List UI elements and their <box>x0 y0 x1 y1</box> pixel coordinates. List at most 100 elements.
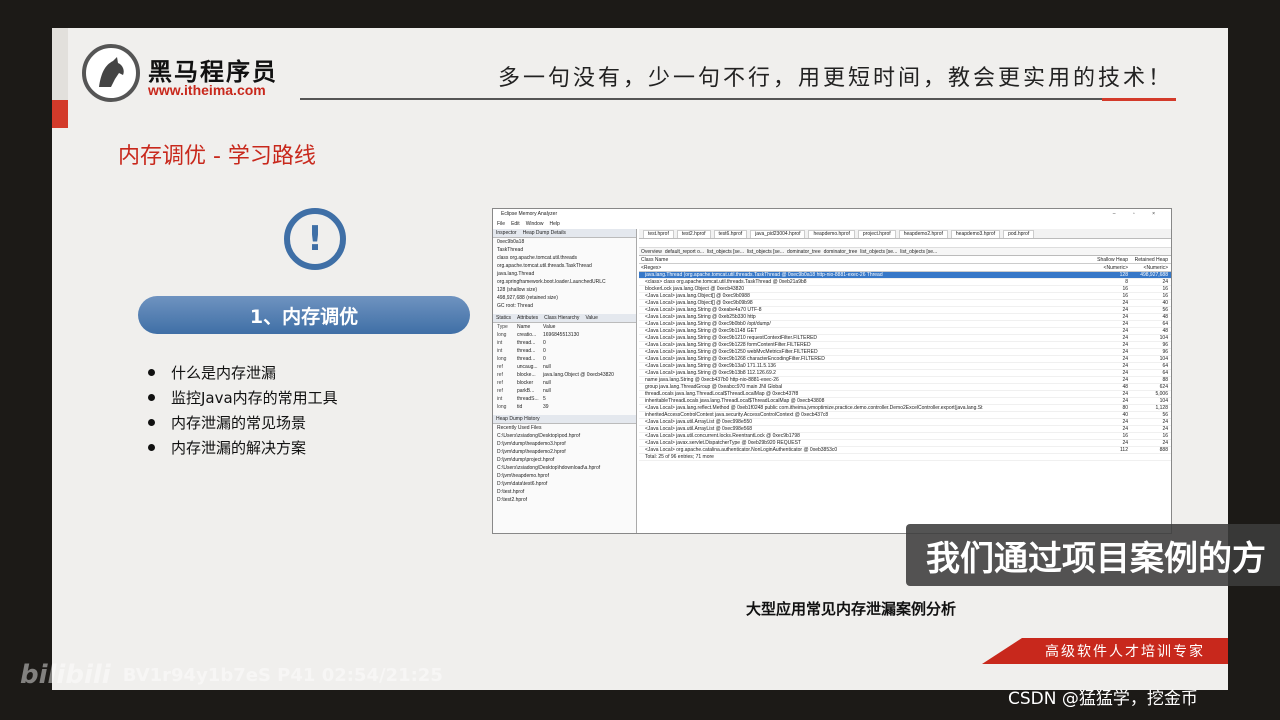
tab-value[interactable]: Value <box>585 315 597 321</box>
attribute-row[interactable]: long creatio... 1696845513130 <box>493 331 636 339</box>
table-row[interactable]: <Java Local> java.util.ArrayList @ 0xec9… <box>639 419 1171 426</box>
table-row[interactable]: <class> class org.apache.tomcat.util.thr… <box>639 279 1171 286</box>
query-tab[interactable]: list_objects [se... <box>900 249 937 255</box>
cell-shallow-heap: 24 <box>1122 321 1128 327</box>
attr-header-type: Type <box>497 324 508 330</box>
tab-attributes[interactable]: Attributes <box>517 315 538 321</box>
attr-value: null <box>543 388 551 394</box>
cell-retained-heap: 24 <box>1162 440 1168 446</box>
table-row[interactable]: Total: 25 of 96 entries; 71 more <box>639 454 1171 461</box>
file-tab[interactable]: heapdemo2.hprof <box>898 229 948 238</box>
history-item[interactable]: D:\jvm\heapdemo.hprof <box>493 472 636 480</box>
table-row[interactable]: <Java Local> java.lang.reflect.Method @ … <box>639 405 1171 412</box>
attribute-row[interactable]: ref blocke... java.lang.Object @ 0xecb4382… <box>493 371 636 379</box>
tab-heap-dump-history[interactable]: Heap Dump History <box>496 416 540 422</box>
table-row[interactable]: <Java Local> java.lang.Object[] @ 0xec9b… <box>639 293 1171 300</box>
filter-shallow-heap[interactable]: <Numeric> <box>1091 265 1131 271</box>
attribute-row[interactable]: int thread... 0 <box>493 347 636 355</box>
table-row[interactable]: <Java Local> java.lang.Object[] @ 0xec9b… <box>639 300 1171 307</box>
table-row[interactable]: <Java Local> java.util.concurrent.locks.… <box>639 433 1171 440</box>
file-tab[interactable]: pod.hprof <box>1003 229 1035 238</box>
bullet-list: 什么是内存泄漏 监控Java内存的常用工具 内存泄漏的常见场景 内存泄漏的解决方… <box>148 360 338 460</box>
file-tab[interactable]: project.hprof <box>857 229 896 238</box>
table-row[interactable]: <Java Local> java.lang.String @ 0xec9b12… <box>639 356 1171 363</box>
menu-window[interactable]: Window <box>526 221 544 227</box>
query-tab[interactable]: list_objects [se... <box>860 249 897 255</box>
file-tab[interactable]: heapdemo.hprof <box>808 229 855 238</box>
table-row[interactable]: <Java Local> java.lang.String @ 0xeb25b3… <box>639 314 1171 321</box>
file-tab[interactable]: test2.hprof <box>676 229 711 238</box>
table-row[interactable]: <Java Local> java.lang.String @ 0xeabe4a… <box>639 307 1171 314</box>
query-tab[interactable]: list_objects [se... <box>707 249 744 255</box>
tab-class-hierarchy[interactable]: Class Hierarchy <box>544 315 579 321</box>
attribute-row[interactable]: ref uncaug... null <box>493 363 636 371</box>
attribute-row[interactable]: int thread... 0 <box>493 339 636 347</box>
history-item[interactable]: D:\jvm\dump\project.hprof <box>493 456 636 464</box>
attr-type: long <box>497 356 507 362</box>
table-row[interactable]: <Java Local> org.apache.catalina.authent… <box>639 447 1171 454</box>
query-tab[interactable]: dominator_tree <box>787 249 821 255</box>
history-item[interactable]: D:\test2.hprof <box>493 496 636 504</box>
file-tab[interactable]: test6.hprof <box>713 229 748 238</box>
filter-class-name[interactable]: <Regex> <box>641 265 1091 271</box>
query-tab[interactable]: default_report o... <box>665 249 704 255</box>
csdn-watermark: CSDN @猛猛学，挖金币 <box>1008 689 1198 709</box>
col-class-name[interactable]: Class Name <box>641 257 1091 263</box>
query-tab[interactable]: dominator_tree <box>824 249 858 255</box>
slide: 黑马程序员 www.itheima.com 多一句没有，少一句不行，用更短时间，… <box>52 28 1228 690</box>
table-row[interactable]: <Java Local> java.lang.String @ 0xec9b0b… <box>639 321 1171 328</box>
attribute-row[interactable]: long tid 39 <box>493 403 636 411</box>
header-divider <box>300 98 1176 100</box>
table-row[interactable]: <Java Local> java.lang.String @ 0xec9b12… <box>639 349 1171 356</box>
file-tab[interactable]: test.hprof <box>643 229 674 238</box>
attr-name: blocker <box>517 380 534 386</box>
menu-edit[interactable]: Edit <box>511 221 520 227</box>
cell-shallow-heap: 128 <box>1119 272 1128 278</box>
col-retained-heap[interactable]: Retained Heap <box>1131 257 1171 263</box>
table-row[interactable]: threadLocals java.lang.ThreadLocal$Threa… <box>639 391 1171 398</box>
table-row[interactable]: group java.lang.ThreadGroup @ 0xeabcc970… <box>639 384 1171 391</box>
table-row[interactable]: java.lang.Thread (org.apache.tomcat.util… <box>639 272 1171 279</box>
table-row[interactable]: inheritedAccessControlContext java.secur… <box>639 412 1171 419</box>
history-item[interactable]: D:\jvm\dump\heapdemo2.hprof <box>493 448 636 456</box>
history-item[interactable]: C:\Users\zsiadong\Desktop\hdownload\a.hp… <box>493 464 636 472</box>
attribute-row[interactable]: int threadS... 5 <box>493 395 636 403</box>
cell-class-name: <Java Local> java.lang.String @ 0xec9b11… <box>645 328 757 334</box>
attribute-row[interactable]: ref blocker null <box>493 379 636 387</box>
filter-retained-heap[interactable]: <Numeric> <box>1131 265 1171 271</box>
cell-class-name: <Java Local> java.lang.String @ 0xeabe4a… <box>645 307 762 313</box>
attribute-header: Type Name Value <box>493 323 636 331</box>
col-shallow-heap[interactable]: Shallow Heap <box>1091 257 1131 263</box>
menu-file[interactable]: File <box>497 221 505 227</box>
file-tab[interactable]: java_pid23004.hprof <box>750 229 806 238</box>
attribute-row[interactable]: long thread... 0 <box>493 355 636 363</box>
table-row[interactable]: <Java Local> java.util.ArrayList @ 0xec9… <box>639 426 1171 433</box>
tab-heap-dump-details[interactable]: Heap Dump Details <box>523 230 566 236</box>
menu-help[interactable]: Help <box>549 221 559 227</box>
inspector-row: org.springframework.boot.loader.Launched… <box>497 279 606 285</box>
table-row[interactable]: <Java Local> java.lang.String @ 0xec9b12… <box>639 342 1171 349</box>
history-item[interactable]: D:\jvm\data\test6.hprof <box>493 480 636 488</box>
table-row[interactable]: <Java Local> java.lang.String @ 0xec9b12… <box>639 335 1171 342</box>
attr-value: null <box>543 364 551 370</box>
file-tab[interactable]: heapdemo3.hprof <box>950 229 1001 238</box>
query-tab[interactable]: list_objects [se... <box>747 249 784 255</box>
table-row[interactable]: name java.lang.String @ 0xecb437b0 http-… <box>639 377 1171 384</box>
table-row[interactable]: <Java Local> java.lang.String @ 0xec9b13… <box>639 370 1171 377</box>
table-row[interactable]: <Java Local> javax.servlet.DispatcherTyp… <box>639 440 1171 447</box>
attr-header-name: Name <box>517 324 531 330</box>
query-tab[interactable]: Overview <box>641 249 662 255</box>
attribute-row[interactable]: ref parkB... null <box>493 387 636 395</box>
table-row[interactable]: inheritableThreadLocals java.lang.Thread… <box>639 398 1171 405</box>
attr-name: thread... <box>517 348 536 354</box>
history-item[interactable]: D:\jvm\dump\heapdemo3.hprof <box>493 440 636 448</box>
history-item[interactable]: D:\test.hprof <box>493 488 636 496</box>
history-item[interactable]: C:\Users\zsiadong\Desktop\pod.hprof <box>493 432 636 440</box>
video-frame: 黑马程序员 www.itheima.com 多一句没有，少一句不行，用更短时间，… <box>0 0 1280 720</box>
tab-statics[interactable]: Statics <box>496 315 511 321</box>
table-row[interactable]: blockerLock java.lang.Object @ 0xecb4382… <box>639 286 1171 293</box>
tab-inspector[interactable]: Inspector <box>496 230 517 236</box>
attr-value: 5 <box>543 396 546 402</box>
table-row[interactable]: <Java Local> java.lang.String @ 0xec9b11… <box>639 328 1171 335</box>
table-row[interactable]: <Java Local> java.lang.String @ 0xec9b13… <box>639 363 1171 370</box>
